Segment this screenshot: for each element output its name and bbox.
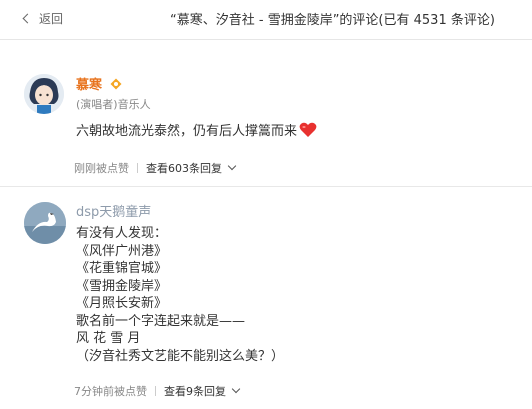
like-status: 刚刚被点赞 bbox=[74, 162, 129, 175]
comment-text: 六朝故地流光泰然，仍有后人撑篙而来 bbox=[76, 122, 317, 141]
comment-text: 有没有人发现： 《风伴广州港》 《花重锦官城》 《雪拥金陵岸》 《月照长安新》歌名前一个… bbox=[76, 225, 284, 365]
view-replies-button[interactable]: 查看9条回复 bbox=[164, 384, 241, 398]
page-title: “慕寒、汐音社 - 雪拥金陵岸”的评论(已有 4531 条评论) bbox=[170, 13, 495, 28]
back-button[interactable]: 返回 bbox=[22, 10, 64, 27]
separator bbox=[155, 386, 156, 396]
musician-badge-icon bbox=[110, 78, 122, 90]
comment-line: 歌名前一个字连起来就是—— bbox=[76, 313, 246, 329]
chevron-left-icon bbox=[22, 13, 33, 24]
comment-item: 慕寒 (演唱者)音乐人 六朝故地流光泰然，仍有后人撑篙而来 刚刚被点赞 查看603… bbox=[0, 64, 532, 180]
comment-actions: 7分钟前被点赞 查看9条回复 bbox=[74, 383, 241, 399]
user-role: (演唱者)音乐人 bbox=[76, 98, 151, 111]
like-status: 7分钟前被点赞 bbox=[74, 385, 147, 398]
chevron-down-icon bbox=[227, 161, 237, 171]
comment-line: （汐音社秀文艺能不能别这么美？） bbox=[76, 348, 285, 364]
chevron-down-icon bbox=[231, 384, 241, 394]
comment-line: 《月照长安新》 bbox=[76, 296, 168, 311]
comment-line: 有没有人发现： bbox=[76, 226, 168, 241]
header-bar: 返回 “慕寒、汐音社 - 雪拥金陵岸”的评论(已有 4531 条评论) bbox=[0, 0, 532, 40]
separator bbox=[137, 163, 138, 173]
comment-username[interactable]: 慕寒 bbox=[76, 74, 122, 93]
view-replies-button[interactable]: 查看603条回复 bbox=[146, 161, 237, 175]
comment-item: dsp天鹅童声 有没有人发现： 《风伴广州港》 《花重锦官城》 《雪拥金陵岸》 《月照长… bbox=[0, 194, 532, 409]
divider bbox=[0, 186, 532, 187]
comment-actions: 刚刚被点赞 查看603条回复 bbox=[74, 160, 237, 176]
comment-line: 风 花 雪 月 bbox=[76, 331, 141, 346]
comment-line: 《风伴广州港》 bbox=[76, 243, 168, 259]
comment-line: 《雪拥金陵岸》 bbox=[76, 278, 168, 294]
comment-username[interactable]: dsp天鹅童声 bbox=[76, 201, 151, 220]
back-label: 返回 bbox=[39, 12, 64, 26]
avatar[interactable] bbox=[24, 202, 66, 244]
heart-emoji-icon bbox=[299, 122, 317, 137]
comment-line: 《花重锦官城》 bbox=[76, 261, 168, 276]
avatar[interactable] bbox=[24, 74, 64, 114]
